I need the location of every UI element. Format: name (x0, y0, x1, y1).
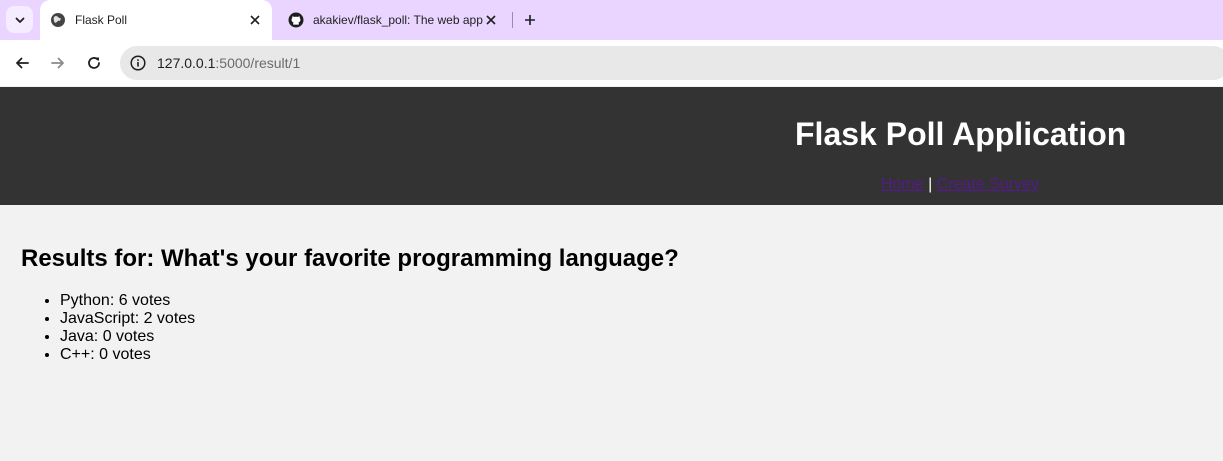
browser-toolbar: 127.0.0.1:5000/result/1 (0, 40, 1223, 86)
tab-strip: Flask Poll akakiev/flask_poll: The web a… (0, 0, 1223, 40)
site-title: Flask Poll Application (795, 116, 1127, 152)
result-item-java: Java: 0 votes (60, 328, 195, 346)
plus-icon (525, 15, 535, 25)
result-item-cpp: C++: 0 votes (60, 346, 195, 364)
reload-icon (88, 57, 100, 69)
tab-flask-poll[interactable]: Flask Poll (40, 0, 272, 40)
tab-title: Flask Poll (75, 13, 128, 27)
back-button[interactable] (10, 51, 34, 75)
result-item-python: Python: 6 votes (60, 292, 195, 310)
tab-github[interactable]: akakiev/flask_poll: The web app (278, 0, 508, 40)
tab-search-button[interactable] (6, 6, 33, 33)
url-path: :5000/result/1 (215, 55, 301, 71)
nav-separator: | (928, 176, 933, 193)
results-heading: Results for: What's your favorite progra… (21, 245, 679, 272)
site-nav: Home | Create Survey (881, 176, 1039, 194)
url-text: 127.0.0.1:5000/result/1 (157, 55, 300, 71)
create-survey-link[interactable]: Create Survey (937, 176, 1039, 193)
globe-icon (50, 12, 66, 28)
site-info-icon[interactable] (127, 52, 149, 74)
tab-title: akakiev/flask_poll: The web app (313, 13, 483, 27)
arrow-right-icon (51, 57, 64, 69)
site-header: Flask Poll Application Home | Create Sur… (0, 87, 1223, 205)
close-tab-icon[interactable] (247, 12, 263, 28)
close-tab-icon[interactable] (483, 12, 499, 28)
chevron-down-icon (15, 17, 24, 23)
arrow-left-icon (16, 57, 29, 69)
url-host: 127.0.0.1 (157, 55, 216, 71)
tab-separator (512, 12, 513, 28)
new-tab-button[interactable] (520, 10, 540, 30)
address-bar[interactable]: 127.0.0.1:5000/result/1 (120, 46, 1223, 80)
results-list: Python: 6 votes JavaScript: 2 votes Java… (20, 292, 195, 364)
forward-button[interactable] (46, 51, 70, 75)
github-icon (288, 12, 304, 28)
result-item-javascript: JavaScript: 2 votes (60, 310, 195, 328)
reload-button[interactable] (82, 51, 106, 75)
home-link[interactable]: Home (881, 176, 924, 193)
